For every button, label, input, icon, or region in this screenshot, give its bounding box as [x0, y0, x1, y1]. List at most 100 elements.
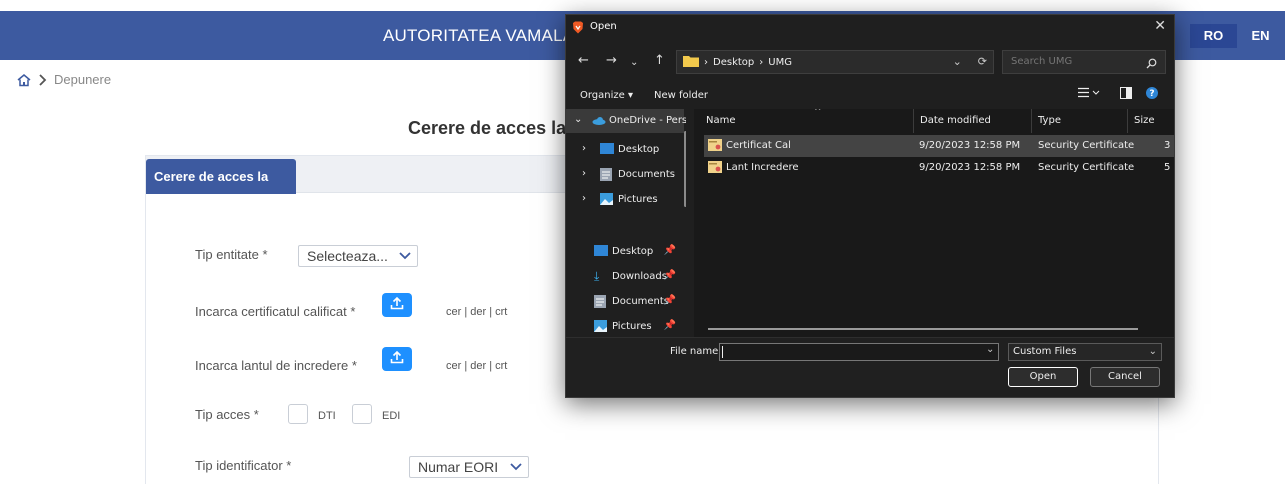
chevron-down-icon: ⌄: [574, 114, 583, 125]
path-desktop[interactable]: Desktop: [713, 57, 754, 68]
refresh-icon[interactable]: ⟳: [978, 55, 987, 68]
upload-icon: [389, 295, 405, 316]
forward-arrow-icon[interactable]: →: [606, 53, 617, 69]
column-size[interactable]: Size: [1134, 109, 1155, 133]
preview-pane-icon[interactable]: [1120, 87, 1132, 102]
tip-entitate-label: Tip entitate *: [195, 247, 268, 262]
file-date: 9/20/2023 12:58 PM: [919, 140, 1021, 151]
search-input[interactable]: [1011, 56, 1141, 67]
tip-entitate-select[interactable]: Selecteaza...: [298, 245, 418, 267]
up-arrow-icon[interactable]: ↑: [654, 53, 665, 69]
quick-access-documents[interactable]: Documents 📌: [566, 289, 684, 313]
cloud-icon: [592, 117, 606, 128]
tree-scrollbar[interactable]: [684, 131, 686, 207]
upload-icon: [389, 349, 405, 370]
organize-menu[interactable]: Organize ▾: [580, 90, 633, 101]
chevron-right-icon: ›: [582, 143, 586, 154]
tree-pictures-label: Pictures: [618, 194, 658, 205]
lant-extensions: cer | der | crt: [446, 360, 508, 372]
chevron-right-icon: ›: [582, 168, 586, 179]
file-type-value: Custom Files: [1013, 346, 1077, 357]
pin-icon: 📌: [663, 295, 676, 306]
quick-pictures-label: Pictures: [612, 321, 652, 332]
tip-identificator-value: Numar EORI: [418, 459, 499, 475]
header-title: AUTORITATEA VAMALA: [383, 26, 575, 45]
help-icon[interactable]: ?: [1146, 87, 1158, 102]
file-name-input[interactable]: [719, 343, 999, 361]
column-separator[interactable]: [1031, 109, 1032, 133]
tab-cerere-acces[interactable]: Cerere de acces la SIIV: [146, 159, 296, 219]
lang-ro-button[interactable]: RO: [1190, 24, 1237, 48]
tree-item-desktop[interactable]: › Desktop: [566, 137, 684, 161]
documents-icon: [594, 295, 606, 311]
breadcrumb: Depunere: [16, 72, 111, 87]
upload-certificat-button[interactable]: [382, 293, 412, 317]
quick-documents-label: Documents: [612, 296, 670, 307]
quick-desktop-label: Desktop: [612, 246, 654, 257]
pin-icon: 📌: [663, 320, 676, 331]
tree-item-pictures[interactable]: › Pictures: [566, 187, 684, 211]
view-options-icon[interactable]: [1078, 87, 1100, 102]
dti-checkbox[interactable]: [288, 404, 308, 424]
home-icon[interactable]: [16, 73, 32, 87]
tip-entitate-value: Selecteaza...: [307, 248, 388, 264]
quick-access-pictures[interactable]: Pictures 📌: [566, 314, 684, 337]
brave-browser-icon: [572, 21, 584, 37]
lang-en-button[interactable]: EN: [1237, 24, 1284, 48]
search-field[interactable]: [1002, 50, 1166, 74]
column-name[interactable]: Name: [706, 109, 736, 133]
column-separator[interactable]: [1127, 109, 1128, 133]
file-date: 9/20/2023 12:58 PM: [919, 162, 1021, 173]
recent-chevron-icon[interactable]: ⌄: [630, 55, 638, 71]
edi-checkbox[interactable]: [352, 404, 372, 424]
quick-access-downloads[interactable]: ⤓ Downloads 📌: [566, 264, 684, 288]
column-date[interactable]: Date modified: [920, 109, 991, 133]
column-type[interactable]: Type: [1038, 109, 1061, 133]
file-size: 5: [1164, 162, 1171, 173]
column-separator[interactable]: [913, 109, 914, 133]
page-title: Cerere de acces la: [408, 118, 567, 138]
address-bar[interactable]: › Desktop › UMG ⌄ ⟳: [676, 50, 994, 74]
tree-item-onedrive[interactable]: ⌄ OneDrive - Pers: [566, 109, 686, 133]
pictures-icon: [594, 320, 607, 335]
certificate-icon: [708, 161, 722, 176]
breadcrumb-separator: ›: [759, 56, 764, 68]
lant-label: Incarca lantul de incredere *: [195, 358, 357, 373]
folder-icon: [683, 55, 699, 70]
tip-identificator-label: Tip identificator *: [195, 458, 292, 473]
chevron-right-icon: [38, 73, 48, 86]
cancel-button[interactable]: Cancel: [1090, 367, 1160, 387]
close-icon[interactable]: ✕: [1154, 18, 1166, 34]
sort-ascending-icon: ^: [814, 109, 822, 117]
address-dropdown-icon[interactable]: ⌄: [953, 55, 962, 68]
tree-item-documents[interactable]: › Documents: [566, 162, 684, 186]
pictures-icon: [600, 193, 613, 208]
path-umg[interactable]: UMG: [768, 57, 792, 68]
file-name-dropdown-icon[interactable]: ⌄: [986, 344, 994, 355]
dialog-footer: File name: ⌄ Custom Files ⌄ Open Cancel: [566, 337, 1174, 397]
svg-text:?: ?: [1149, 89, 1154, 99]
file-name-label: File name:: [670, 346, 722, 357]
command-bar: Organize ▾ New folder ?: [566, 85, 1174, 107]
desktop-icon: [594, 245, 608, 259]
download-arrow-icon: ⤓: [594, 269, 600, 283]
back-arrow-icon[interactable]: ←: [578, 53, 589, 69]
quick-access-desktop[interactable]: Desktop 📌: [566, 239, 684, 263]
chevron-right-icon: ›: [582, 193, 586, 204]
dialog-titlebar[interactable]: Open ✕: [566, 15, 1174, 41]
search-icon: [1146, 56, 1157, 78]
horizontal-scrollbar[interactable]: [708, 328, 1138, 330]
file-row-certificat[interactable]: Certificat Cal 9/20/2023 12:58 PM Securi…: [704, 135, 1174, 157]
pin-icon: 📌: [663, 270, 676, 281]
file-type: Security Certificate: [1038, 140, 1135, 151]
new-folder-button[interactable]: New folder: [654, 90, 708, 101]
open-button[interactable]: Open: [1008, 367, 1078, 387]
quick-downloads-label: Downloads: [612, 271, 667, 282]
certificat-extensions: cer | der | crt: [446, 306, 508, 318]
upload-lant-button[interactable]: [382, 347, 412, 371]
file-type-select[interactable]: Custom Files ⌄: [1008, 343, 1162, 361]
dialog-title: Open: [590, 21, 617, 32]
certificate-icon: [708, 139, 722, 154]
tip-identificator-select[interactable]: Numar EORI: [409, 456, 529, 478]
file-row-lant[interactable]: Lant Incredere 9/20/2023 12:58 PM Securi…: [704, 157, 1174, 179]
